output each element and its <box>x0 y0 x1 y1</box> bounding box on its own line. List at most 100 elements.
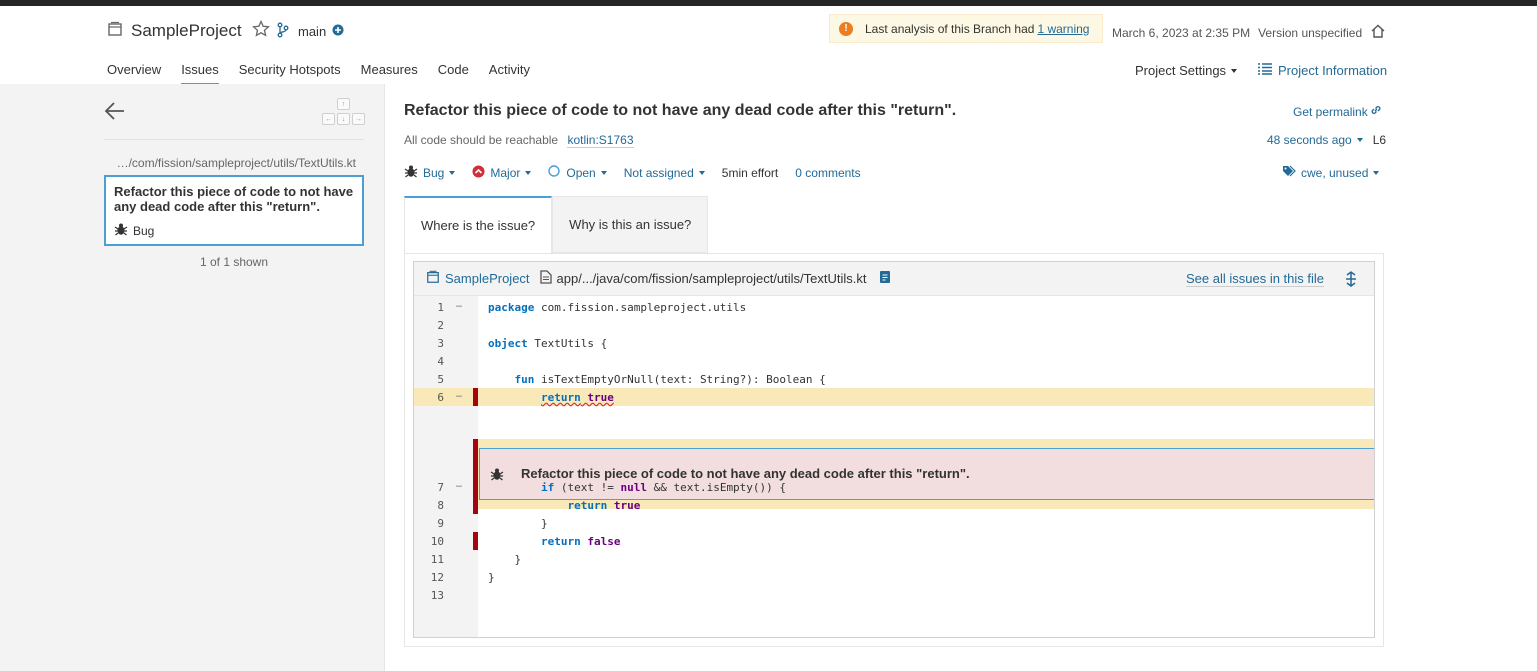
code-line: 11 } <box>414 550 1374 568</box>
code-line: 5 fun isTextEmptyOrNull(text: String?): … <box>414 370 1374 388</box>
code-line: 3 object TextUtils { <box>414 334 1374 352</box>
code-text: package com.fission.sampleproject.utils <box>488 301 747 314</box>
line-number[interactable]: 7 <box>414 481 444 494</box>
line-number[interactable]: 1 <box>414 301 444 314</box>
code-text: } <box>488 571 495 584</box>
chevron-down-icon <box>1373 170 1380 175</box>
project-nav: Overview Issues Security Hotspots Measur… <box>107 62 550 85</box>
tab-where-is-the-issue[interactable]: Where is the issue? <box>404 196 553 253</box>
issue-location-marker[interactable] <box>473 478 478 496</box>
line-number[interactable]: 10 <box>414 535 444 548</box>
tab-code[interactable]: Code <box>438 62 469 85</box>
issue-type-dropdown[interactable]: Bug <box>404 164 456 181</box>
code-line: 7 … if (text != null && text.isEmpty()) { <box>414 478 1374 496</box>
key-left-icon: ← <box>322 113 335 125</box>
project-information-label: Project Information <box>1278 63 1388 78</box>
code-text: if (text != null && text.isEmpty()) { <box>540 481 787 494</box>
source-viewer: SampleProject app/.../java/com/fission/s… <box>413 261 1375 638</box>
see-all-issues-link[interactable]: See all issues in this file <box>1186 271 1325 287</box>
project-settings-label: Project Settings <box>1135 63 1227 78</box>
code-line: 8 return true <box>414 496 1374 514</box>
line-number[interactable]: 8 <box>414 499 444 512</box>
project-icon <box>107 21 123 40</box>
issue-tags-label: cwe, unused <box>1301 165 1369 180</box>
expand-icon[interactable] <box>1345 271 1357 290</box>
issue-age-link[interactable]: 48 seconds ago <box>1267 133 1352 147</box>
tab-issues[interactable]: Issues <box>181 62 219 85</box>
tab-overview[interactable]: Overview <box>107 62 161 85</box>
issue-status-dropdown[interactable]: Open <box>548 165 607 180</box>
viewer-file-path: app/.../java/com/fission/sampleproject/u… <box>556 271 867 286</box>
line-number[interactable]: 11 <box>414 553 444 566</box>
warning-icon: ! <box>839 21 853 36</box>
rule-info: All code should be reachable kotlin:S176… <box>404 133 634 148</box>
warning-text: Last analysis of this Branch had <box>865 21 1035 36</box>
code-line: 4 <box>414 352 1374 370</box>
line-number[interactable]: 12 <box>414 571 444 584</box>
major-severity-icon <box>472 165 485 181</box>
open-status-icon <box>548 165 561 180</box>
key-up-icon: ↑ <box>337 98 350 110</box>
back-arrow-icon[interactable] <box>104 101 126 124</box>
get-permalink-link[interactable]: Get permalink <box>1293 104 1382 119</box>
issue-comments-link[interactable]: 0 comments <box>795 166 860 180</box>
issue-list-item[interactable]: Refactor this piece of code to not have … <box>104 175 364 246</box>
rule-key-link[interactable]: kotlin:S1763 <box>567 133 634 148</box>
analysis-meta: March 6, 2023 at 2:35 PM Version unspeci… <box>1112 23 1394 42</box>
line-number[interactable]: 9 <box>414 517 444 530</box>
tab-activity[interactable]: Activity <box>489 62 530 85</box>
viewer-project-link[interactable]: SampleProject <box>426 270 530 287</box>
line-number[interactable]: 4 <box>414 355 444 368</box>
issue-location-marker[interactable] <box>473 388 478 406</box>
line-options-icon[interactable]: … <box>456 299 462 310</box>
issue-tags-dropdown[interactable]: cwe, unused <box>1282 165 1380 180</box>
chevron-down-icon <box>600 170 607 175</box>
line-number[interactable]: 6 <box>414 391 444 404</box>
branch-icon <box>276 22 290 41</box>
code-line: 2 <box>414 316 1374 334</box>
issue-tabs: Where is the issue? Why is this an issue… <box>404 196 709 253</box>
line-options-icon[interactable]: … <box>456 389 462 400</box>
project-information-link[interactable]: Project Information <box>1258 63 1387 78</box>
issue-location-marker[interactable] <box>473 496 478 514</box>
tab-security-hotspots[interactable]: Security Hotspots <box>239 62 341 85</box>
issue-type-label: Bug <box>423 165 445 180</box>
permalink-label: Get permalink <box>1293 104 1368 119</box>
project-name[interactable]: SampleProject <box>131 21 242 41</box>
file-icon <box>539 270 552 287</box>
issue-effort: 5min effort <box>721 165 779 180</box>
code-text: object TextUtils { <box>488 337 608 350</box>
branch-add-icon[interactable] <box>332 24 344 39</box>
branch-selector[interactable]: main <box>276 22 344 41</box>
branch-name: main <box>298 24 327 39</box>
issue-status-label: Open <box>566 165 596 180</box>
tab-why-is-this-an-issue[interactable]: Why is this an issue? <box>552 196 709 253</box>
issue-assignee-dropdown[interactable]: Not assigned <box>624 166 705 180</box>
line-number[interactable]: 5 <box>414 373 444 386</box>
issue-severity-dropdown[interactable]: Major <box>472 165 532 181</box>
tag-icon <box>1282 165 1296 180</box>
analysis-warning-banner: ! Last analysis of this Branch had 1 war… <box>829 14 1103 43</box>
warning-link[interactable]: 1 warning <box>1037 22 1089 36</box>
source-viewer-header: SampleProject app/.../java/com/fission/s… <box>414 262 1374 296</box>
code-text: } <box>488 517 548 530</box>
line-number[interactable]: 2 <box>414 319 444 332</box>
code-text: fun isTextEmptyOrNull(text: String?): Bo… <box>514 373 826 386</box>
project-icon <box>426 270 440 287</box>
home-icon[interactable] <box>1370 23 1386 42</box>
key-down-icon: ↓ <box>337 113 350 125</box>
chevron-down-icon <box>1356 138 1363 142</box>
favorite-star-icon[interactable] <box>251 19 270 41</box>
tab-measures[interactable]: Measures <box>361 62 418 85</box>
project-settings-menu[interactable]: Project Settings <box>1135 63 1238 78</box>
line-number[interactable]: 13 <box>414 589 444 602</box>
code-text: return true <box>567 499 641 512</box>
line-options-icon[interactable]: … <box>456 479 462 490</box>
copy-path-icon[interactable] <box>879 270 891 287</box>
sidebar-divider <box>104 139 364 140</box>
code-line: 12} <box>414 568 1374 586</box>
line-number[interactable]: 3 <box>414 337 444 350</box>
code-text: return true <box>540 391 614 404</box>
issue-location-marker[interactable] <box>473 532 478 550</box>
analysis-date: March 6, 2023 at 2:35 PM <box>1112 25 1251 40</box>
